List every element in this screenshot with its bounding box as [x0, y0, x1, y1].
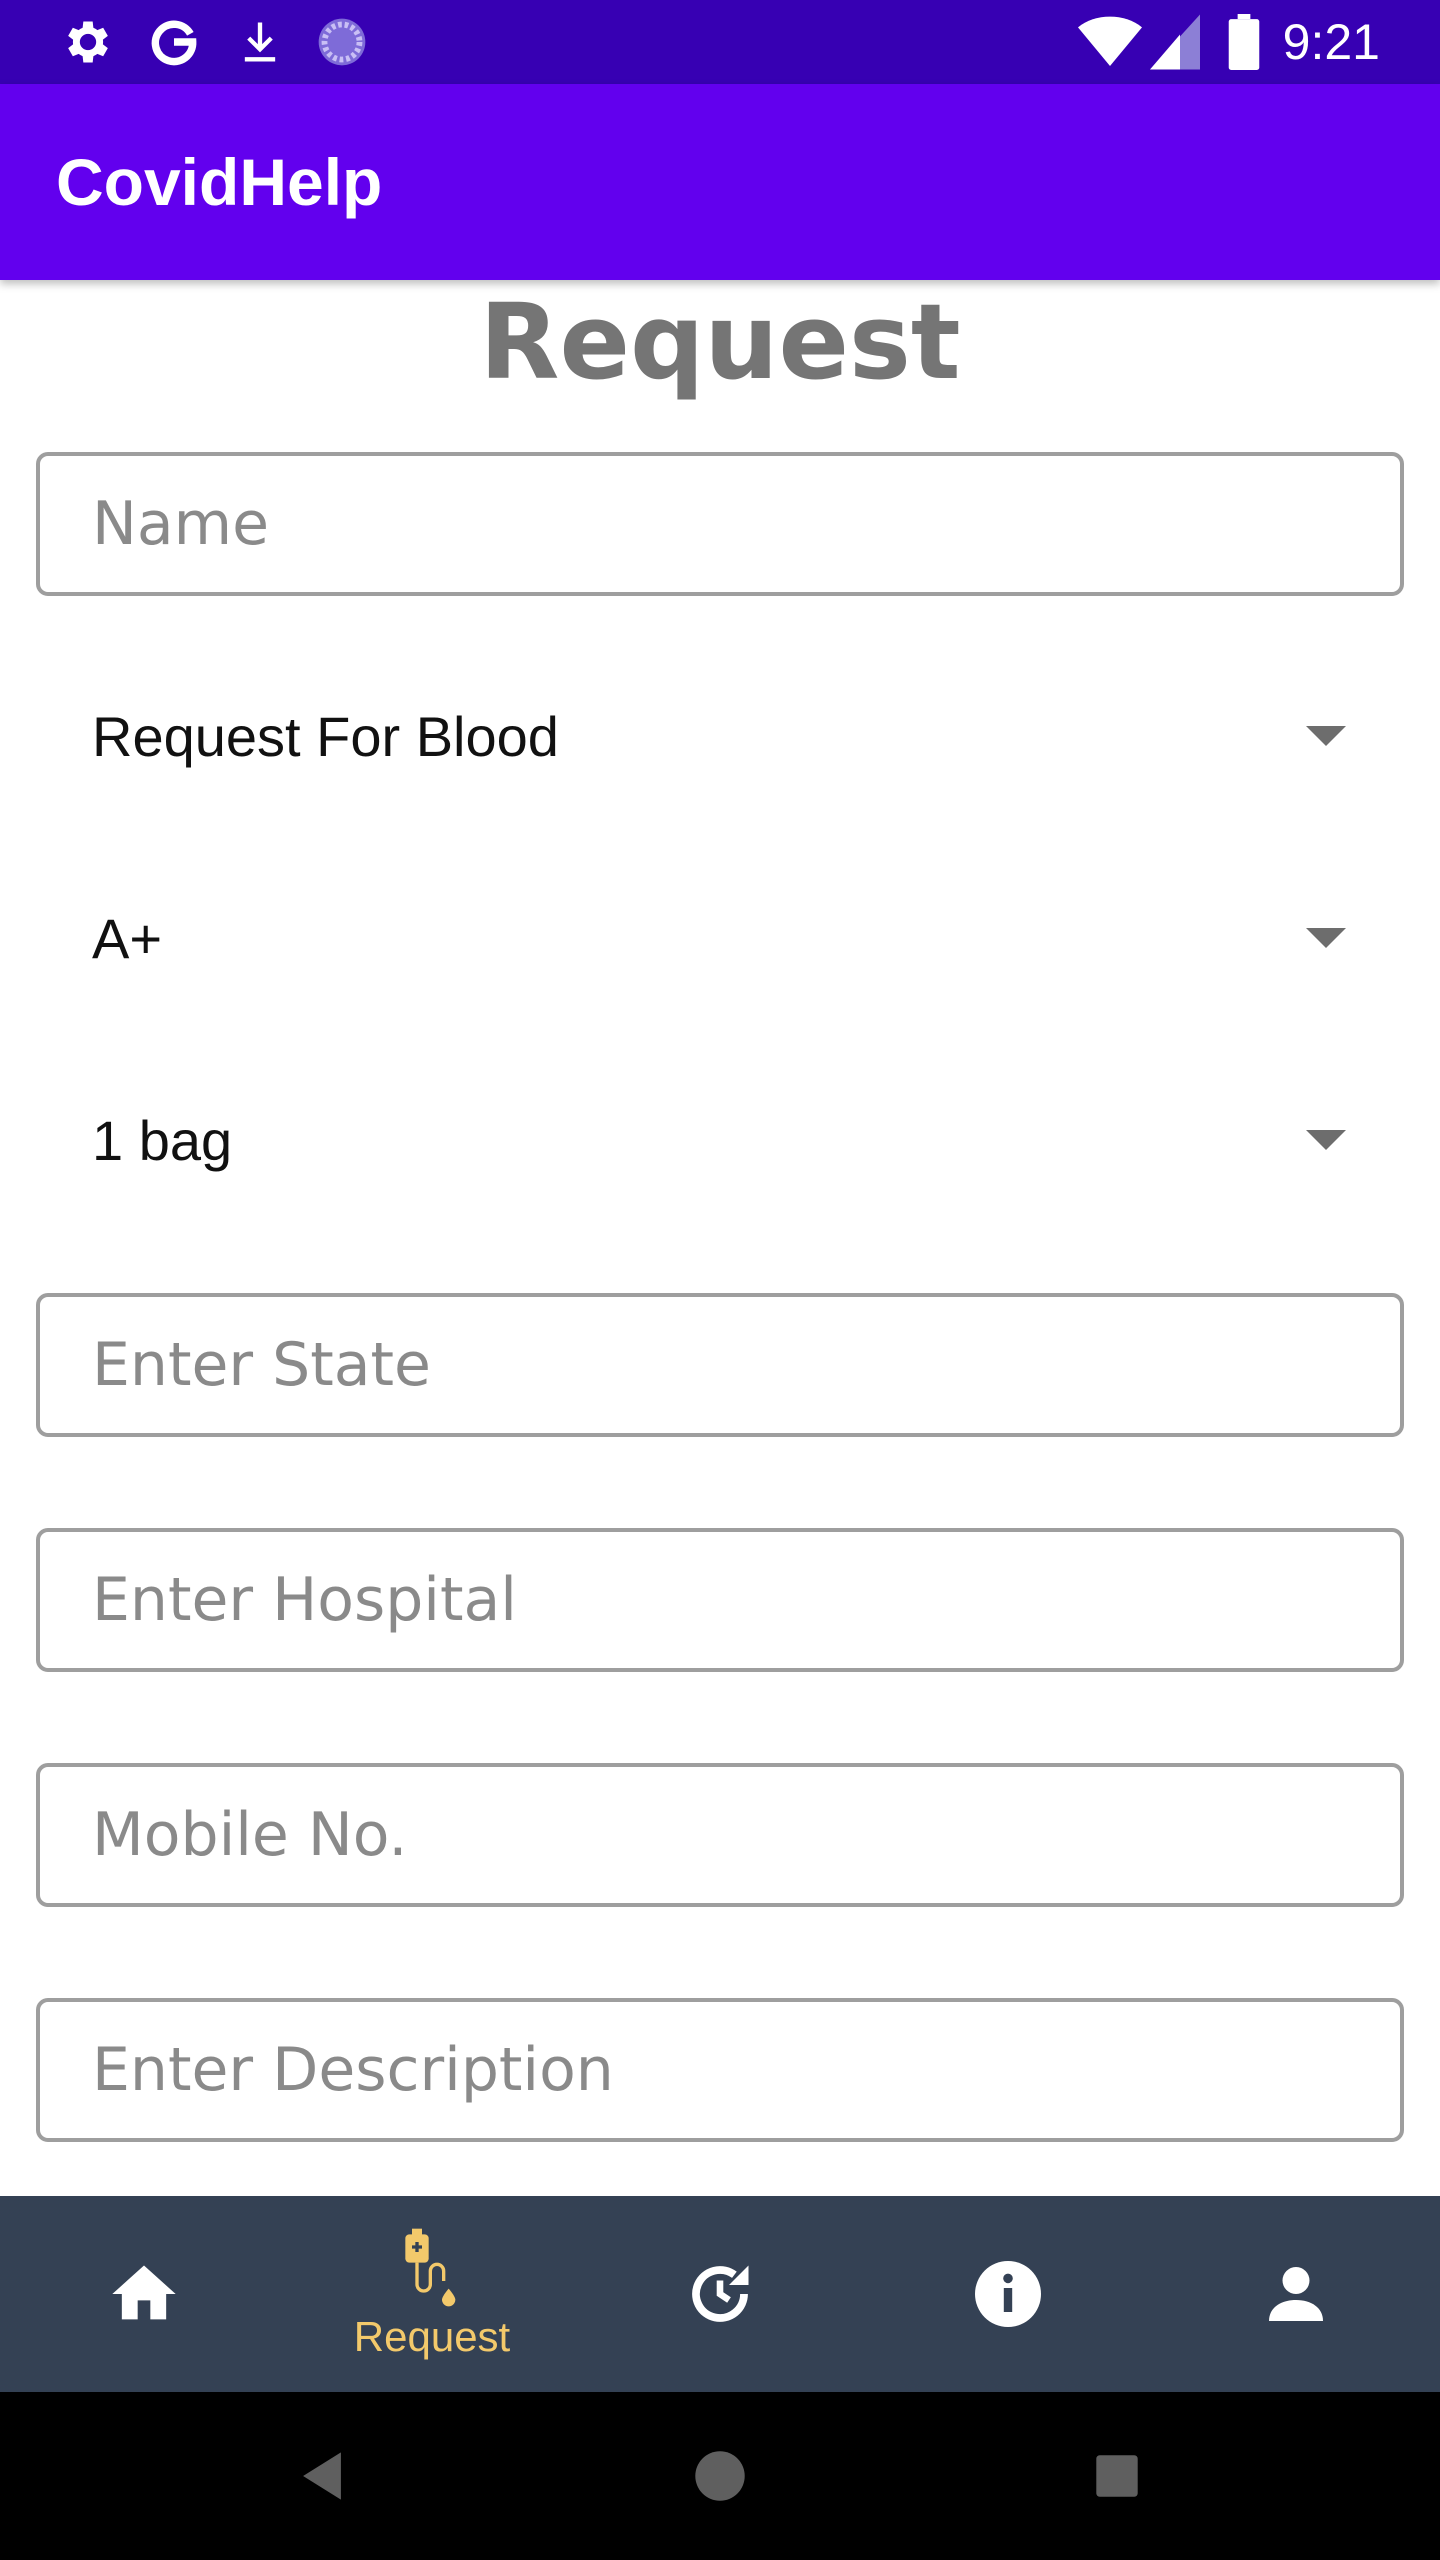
app-bar: CovidHelp	[0, 84, 1440, 280]
back-icon	[303, 2452, 341, 2500]
request-type-value: Request For Blood	[92, 704, 559, 768]
app-title: CovidHelp	[56, 145, 383, 219]
dropdown-arrow-icon	[1306, 928, 1346, 948]
dropdown-arrow-icon	[1306, 1130, 1346, 1150]
name-input[interactable]	[40, 456, 1400, 592]
nav-request[interactable]: Request	[288, 2196, 576, 2392]
blood-group-dropdown[interactable]: A+	[36, 868, 1404, 1008]
loading-icon	[314, 14, 370, 70]
iv-bag-icon	[405, 2228, 456, 2307]
bottom-navigation: Request	[0, 2196, 1440, 2392]
home-circle-icon	[695, 2451, 745, 2501]
nav-profile[interactable]	[1152, 2196, 1440, 2392]
status-time: 9:21	[1282, 14, 1380, 70]
nav-history[interactable]	[576, 2196, 864, 2392]
wifi-icon	[1078, 14, 1142, 70]
description-input[interactable]	[40, 2002, 1400, 2138]
profile-icon	[1269, 2267, 1323, 2321]
nav-info[interactable]	[864, 2196, 1152, 2392]
quantity-dropdown[interactable]: 1 bag	[36, 1070, 1404, 1210]
nav-request-label: Request	[353, 2313, 511, 2360]
mobile-field-container	[36, 1763, 1404, 1907]
info-icon	[975, 2261, 1041, 2327]
status-bar: 9:21	[0, 0, 1440, 84]
system-navigation-bar	[0, 2392, 1440, 2560]
description-field-container	[36, 1998, 1404, 2142]
recents-button[interactable]	[1077, 2436, 1157, 2516]
mobile-input[interactable]	[40, 1767, 1400, 1903]
google-icon	[146, 14, 202, 70]
back-button[interactable]	[282, 2436, 362, 2516]
name-field-container	[36, 452, 1404, 596]
download-icon	[234, 14, 286, 70]
page-title: Request	[479, 281, 961, 403]
hospital-input[interactable]	[40, 1532, 1400, 1668]
history-icon	[692, 2265, 749, 2322]
dropdown-arrow-icon	[1306, 726, 1346, 746]
home-button[interactable]	[680, 2436, 760, 2516]
quantity-value: 1 bag	[92, 1108, 233, 1172]
state-input[interactable]	[40, 1297, 1400, 1433]
recents-icon	[1096, 2455, 1138, 2497]
blood-group-value: A+	[92, 906, 163, 970]
hospital-field-container	[36, 1528, 1404, 1672]
nav-home[interactable]	[0, 2196, 288, 2392]
home-icon	[112, 2265, 176, 2320]
request-type-dropdown[interactable]: Request For Blood	[36, 666, 1404, 806]
signal-icon	[1150, 14, 1200, 70]
battery-icon	[1226, 14, 1262, 70]
state-field-container	[36, 1293, 1404, 1437]
settings-icon	[60, 14, 116, 70]
